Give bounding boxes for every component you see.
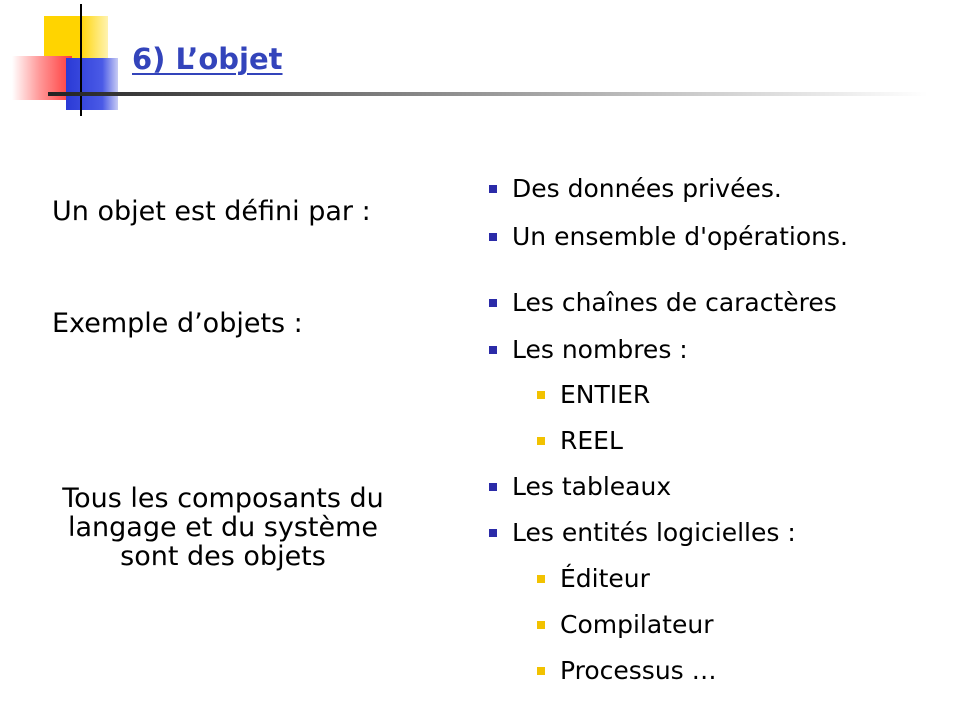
sub-list-item: REEL — [537, 426, 623, 456]
definition-heading: Un objet est défini par : — [52, 196, 371, 227]
square-bullet-icon — [537, 391, 545, 399]
square-bullet-icon — [489, 483, 497, 491]
list-item: Les tableaux — [489, 472, 672, 502]
square-bullet-icon — [537, 575, 545, 583]
examples-heading: Exemple d’objets : — [52, 308, 303, 339]
list-item: Les chaînes de caractères — [489, 288, 837, 318]
list-item-label: REEL — [560, 426, 623, 455]
list-item-label: Des données privées. — [512, 174, 782, 203]
square-bullet-icon — [489, 185, 497, 193]
list-item-label: ENTIER — [560, 380, 651, 409]
conclusion-text: Tous les composants du langage et du sys… — [62, 483, 384, 572]
square-bullet-icon — [489, 529, 497, 537]
list-item: Des données privées. — [489, 174, 782, 204]
slide-title: 6) L’objet — [132, 42, 283, 76]
list-item-label: Les nombres : — [512, 335, 688, 364]
sub-list-item: Compilateur — [537, 610, 714, 640]
sub-list-item: Éditeur — [537, 564, 650, 594]
title-underline-rule — [48, 92, 928, 96]
list-item: Les nombres : — [489, 335, 688, 365]
sub-list-item: ENTIER — [537, 380, 651, 410]
square-bullet-icon — [537, 437, 545, 445]
square-bullet-icon — [489, 233, 497, 241]
list-item-label: Un ensemble d'opérations. — [512, 222, 848, 251]
list-item-label: Les chaînes de caractères — [512, 288, 837, 317]
square-bullet-icon — [489, 299, 497, 307]
list-item-label: Éditeur — [560, 564, 650, 593]
square-bullet-icon — [537, 667, 545, 675]
vertical-rule — [80, 4, 82, 116]
square-bullet-icon — [537, 621, 545, 629]
blue-square — [66, 58, 118, 110]
list-item-label: Les entités logicielles : — [512, 518, 796, 547]
list-item: Les entités logicielles : — [489, 518, 796, 548]
list-item-label: Processus … — [560, 656, 717, 685]
list-item-label: Compilateur — [560, 610, 714, 639]
square-bullet-icon — [489, 346, 497, 354]
list-item-label: Les tableaux — [512, 472, 672, 501]
list-item: Un ensemble d'opérations. — [489, 222, 848, 252]
sub-list-item: Processus … — [537, 656, 717, 686]
